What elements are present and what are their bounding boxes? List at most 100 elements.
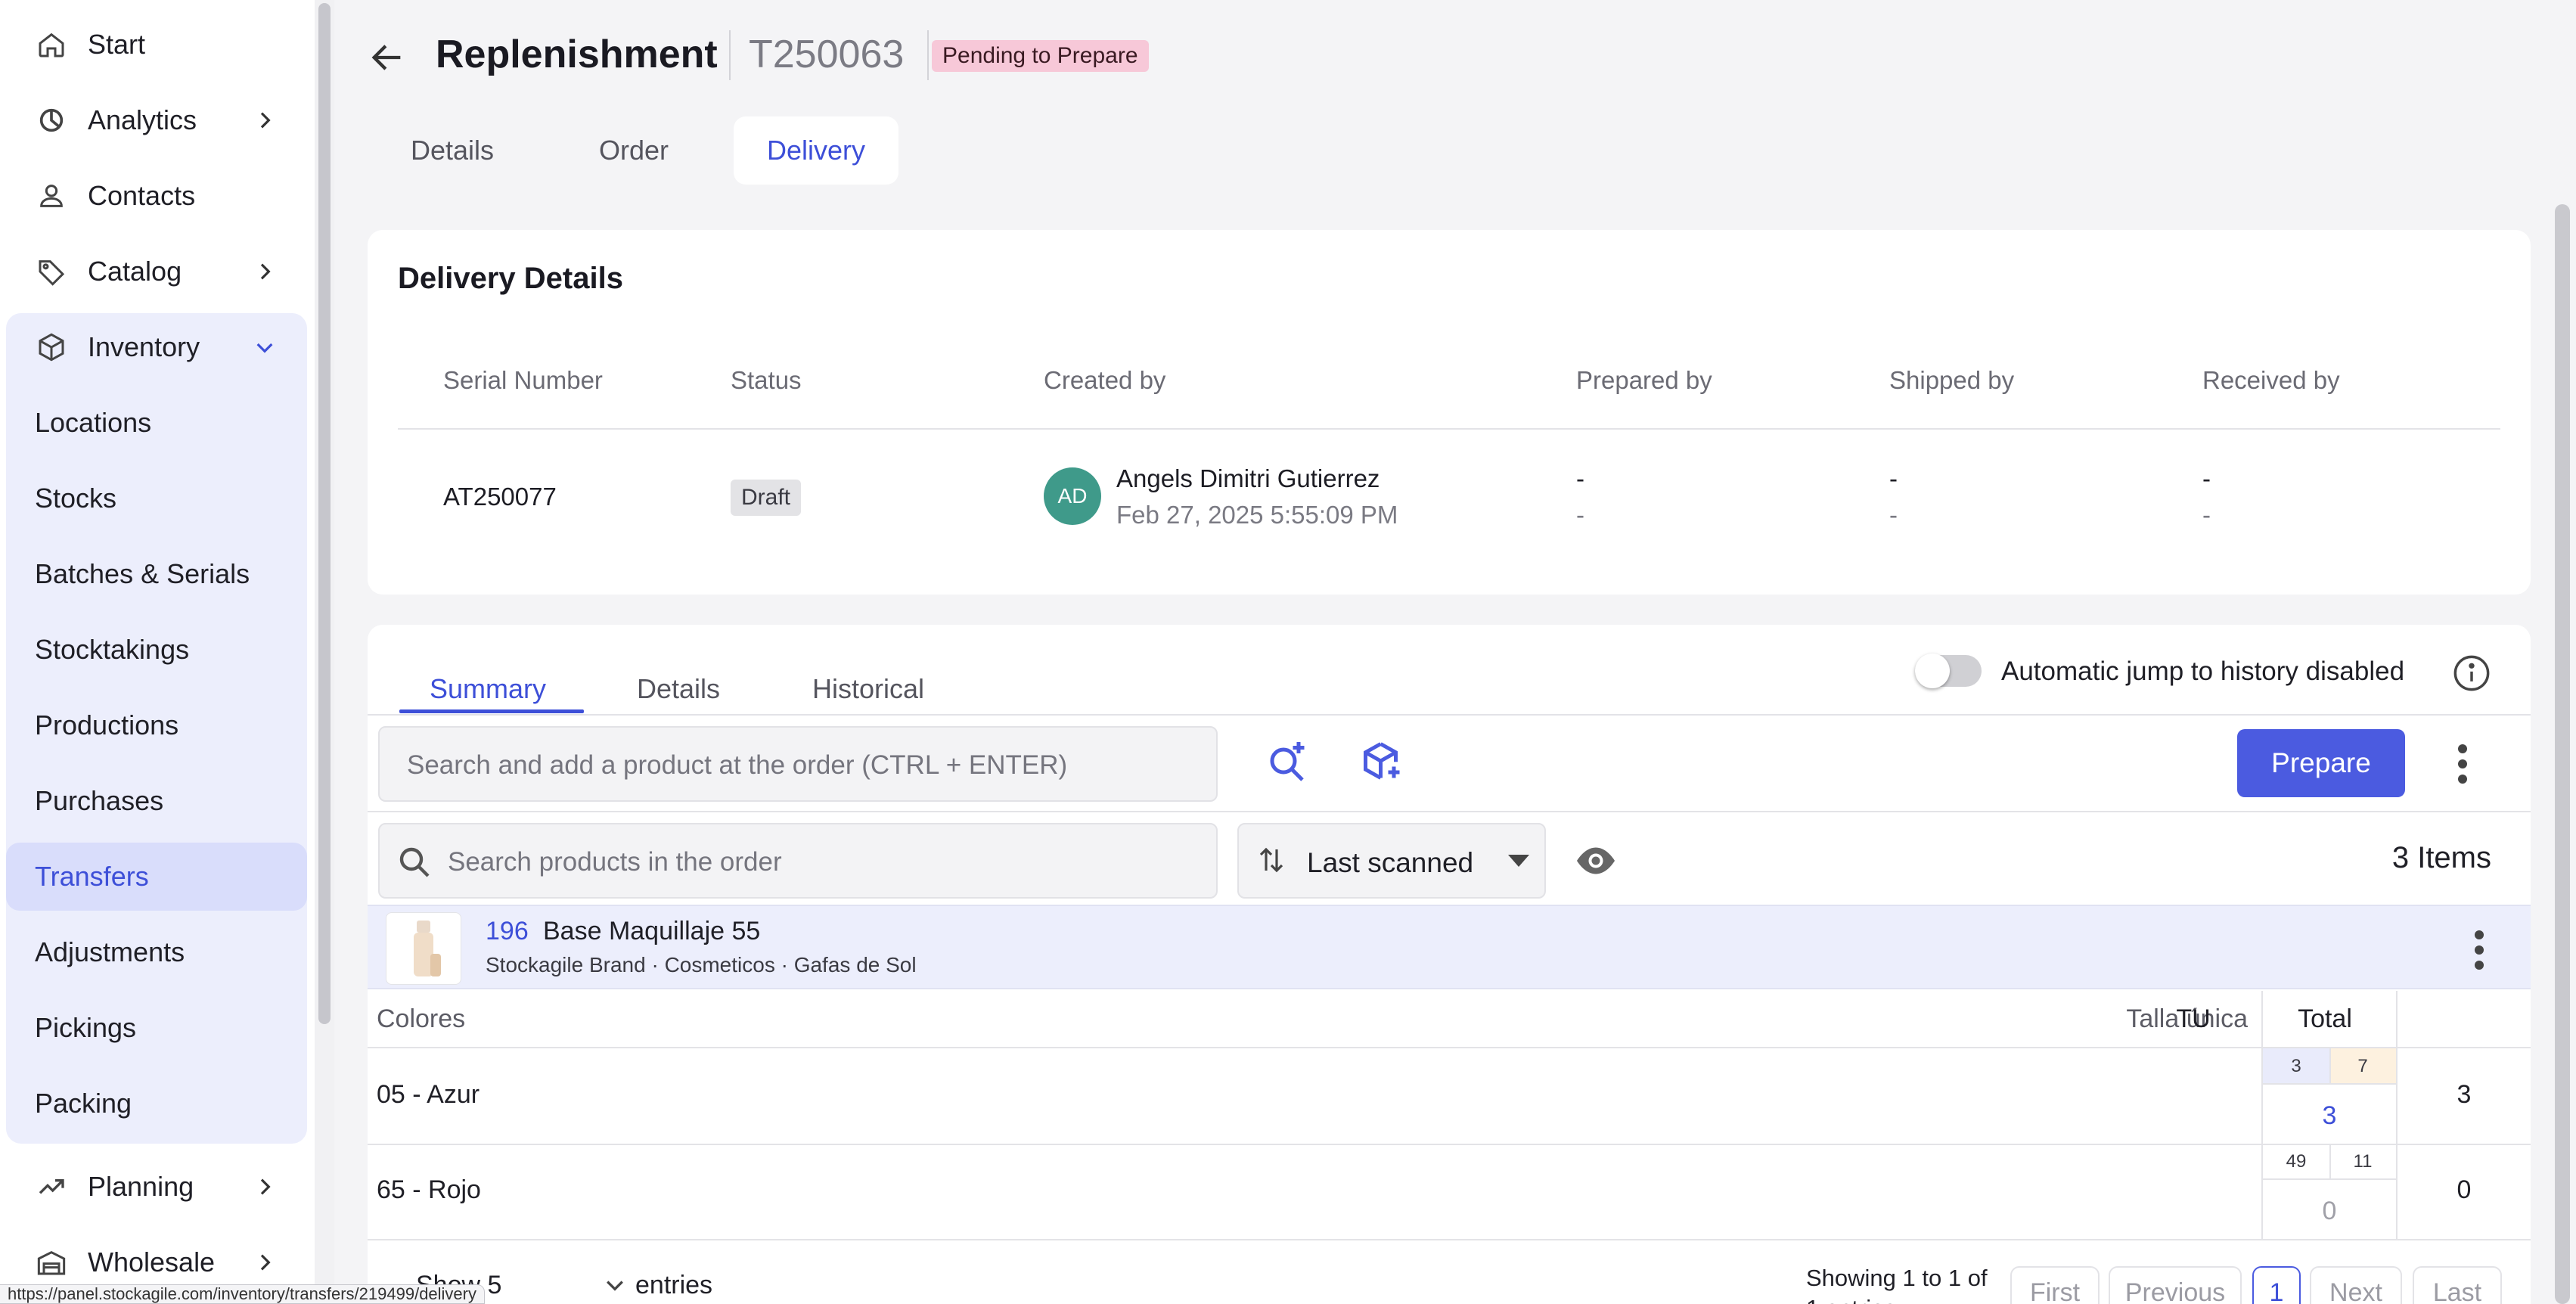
grid-line: [368, 1144, 2531, 1145]
box-icon: [35, 331, 68, 364]
tab-details[interactable]: Details: [378, 116, 526, 185]
shipped-date: -: [1889, 501, 1898, 529]
quantity-cell[interactable]: 0: [2263, 1197, 2396, 1226]
items-count: 3 Items: [2391, 841, 2491, 874]
sidebar-item-stocks[interactable]: Stocks: [6, 464, 307, 532]
search-icon: [399, 847, 430, 877]
tab-details[interactable]: Details: [637, 655, 720, 723]
title-divider: [927, 30, 929, 80]
sidebar-item-productions[interactable]: Productions: [6, 691, 307, 759]
product-name: Base Maquillaje 55: [543, 917, 761, 945]
sidebar-item-transfers[interactable]: Transfers: [6, 843, 307, 911]
sidebar-item-label: Catalog: [88, 256, 182, 287]
column-header: Shipped by: [1889, 366, 2015, 394]
add-product-input[interactable]: Search and add a product at the order (C…: [378, 726, 1218, 802]
column-header: Created by: [1044, 366, 1166, 394]
product-meta: Stockagile Brand · Cosmeticos · Gafas de…: [486, 953, 917, 976]
row-total: 3: [2457, 1080, 2472, 1109]
sidebar-item-catalog[interactable]: Catalog: [6, 238, 307, 306]
status-bar-url: https://panel.stockagile.com/inventory/t…: [0, 1284, 485, 1304]
chevron-right-icon: [260, 1254, 271, 1271]
stock-reserved: 7: [2357, 1056, 2368, 1076]
creator-name: Angels Dimitri Gutierrez: [1116, 464, 1380, 492]
package-add-icon[interactable]: [1360, 738, 1405, 784]
more-options-icon[interactable]: [2447, 741, 2478, 787]
grid-header-tu: TU: [2176, 1004, 2211, 1033]
tab-historical[interactable]: Historical: [812, 655, 924, 723]
sidebar-item-analytics[interactable]: Analytics: [6, 86, 307, 154]
delivery-details-card: Delivery Details Serial Number Status Cr…: [368, 230, 2531, 595]
sidebar-item-start[interactable]: Start: [6, 11, 307, 79]
sidebar-item-purchases[interactable]: Purchases: [6, 767, 307, 835]
delivery-details-title: Delivery Details: [398, 262, 623, 295]
sidebar-item-pickings[interactable]: Pickings: [6, 994, 307, 1062]
sort-label: Last scanned: [1307, 847, 1474, 878]
search-add-icon[interactable]: [1265, 738, 1310, 784]
tab-delivery[interactable]: Delivery: [734, 116, 898, 185]
sidebar-item-planning[interactable]: Planning: [6, 1153, 307, 1221]
quantity-cell[interactable]: 3: [2263, 1101, 2396, 1131]
sidebar-item-label: Inventory: [88, 331, 200, 362]
tag-icon: [35, 255, 68, 288]
page-next-button[interactable]: Next: [2310, 1266, 2402, 1304]
person-icon: [35, 179, 68, 213]
chevron-down-icon: [256, 343, 273, 353]
avatar: AD: [1044, 467, 1101, 525]
page-last-button[interactable]: Last: [2413, 1266, 2502, 1304]
sidebar-item-contacts[interactable]: Contacts: [6, 162, 307, 230]
chevron-right-icon: [260, 263, 271, 280]
page-1-button[interactable]: 1: [2252, 1266, 2301, 1304]
more-options-icon[interactable]: [2464, 927, 2494, 973]
sidebar-scrollbar-thumb[interactable]: [318, 3, 331, 1024]
grid-line: [368, 1239, 2531, 1240]
sidebar-item-locations[interactable]: Locations: [6, 389, 307, 457]
serial-number: AT250077: [443, 483, 557, 511]
chevron-right-icon: [260, 112, 271, 129]
prepare-button[interactable]: Prepare: [2237, 729, 2405, 797]
sidebar-item-batches-serials[interactable]: Batches & Serials: [6, 540, 307, 608]
page-first-button[interactable]: First: [2010, 1266, 2100, 1304]
stock-available: 3: [2291, 1056, 2301, 1076]
sidebar-item-packing[interactable]: Packing: [6, 1070, 307, 1138]
grid-line: [2263, 1178, 2396, 1180]
warehouse-icon: [35, 1246, 68, 1279]
draft-badge: Draft: [731, 480, 802, 516]
page-previous-button[interactable]: Previous: [2109, 1266, 2242, 1304]
divider: [368, 811, 2531, 812]
sidebar-item-stocktakings[interactable]: Stocktakings: [6, 616, 307, 684]
prepared-by: -: [1576, 464, 1584, 492]
search-products-input[interactable]: Search products in the order: [378, 823, 1218, 899]
product-thumbnail: [386, 912, 461, 985]
tab-order[interactable]: Order: [560, 116, 708, 185]
analytics-icon: [35, 104, 68, 137]
showing-text: Showing 1 to 1 of 1 entries: [1806, 1263, 2003, 1304]
summary-card: Summary Details Historical Automatic jum…: [368, 625, 2531, 1304]
column-header: Status: [731, 366, 802, 394]
received-by: -: [2202, 464, 2211, 492]
sidebar-item-label: Start: [88, 29, 146, 60]
main-scrollbar-thumb[interactable]: [2555, 204, 2570, 1304]
search-placeholder: Search products in the order: [448, 847, 782, 877]
sidebar-item-inventory[interactable]: Inventory: [6, 313, 307, 381]
eye-icon[interactable]: [1573, 841, 1619, 880]
sort-select[interactable]: Last scanned: [1237, 823, 1546, 899]
sidebar-item-adjustments[interactable]: Adjustments: [6, 918, 307, 986]
auto-jump-toggle[interactable]: [1915, 654, 1982, 688]
grid-line: [2329, 1145, 2331, 1178]
back-arrow-icon[interactable]: [368, 38, 407, 77]
column-header: Serial Number: [443, 366, 603, 394]
grid-line: [2329, 1048, 2331, 1083]
product-code[interactable]: 196: [486, 917, 529, 946]
title-divider: [729, 30, 731, 80]
status-badge: Pending to Prepare: [932, 40, 1149, 72]
chevron-down-icon[interactable]: [605, 1278, 625, 1293]
info-icon[interactable]: [2452, 654, 2491, 693]
document-id: T250063: [749, 33, 905, 76]
chart-line-icon: [35, 1170, 68, 1203]
grid-row-color: 05 - Azur: [377, 1080, 480, 1109]
grid-line: [2263, 1083, 2396, 1085]
showing-text-line1: Showing 1 to 1 of: [1806, 1265, 1988, 1291]
home-icon: [35, 28, 68, 61]
product-row[interactable]: 196 Base Maquillaje 55 Stockagile Brand …: [368, 905, 2531, 989]
stock-available: 49: [2286, 1151, 2307, 1172]
